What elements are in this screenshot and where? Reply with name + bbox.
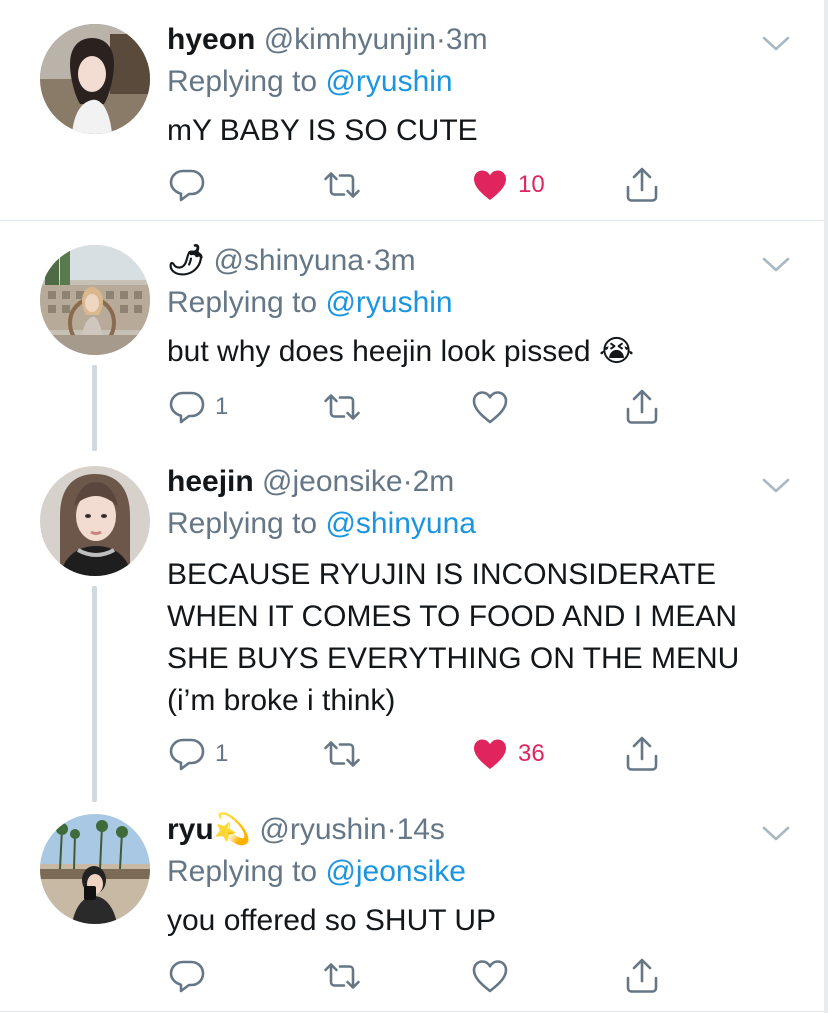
avatar[interactable] bbox=[40, 466, 150, 576]
timestamp[interactable]: 2m bbox=[413, 465, 455, 498]
share-button[interactable] bbox=[622, 165, 662, 205]
thread-line bbox=[92, 586, 97, 802]
heart-icon bbox=[470, 387, 510, 427]
reply-count: 1 bbox=[215, 393, 229, 420]
heart-icon bbox=[470, 956, 510, 996]
avatar[interactable] bbox=[40, 814, 150, 924]
timestamp[interactable]: 3m bbox=[446, 23, 488, 56]
user-handle[interactable]: @kimhyunjin bbox=[264, 23, 436, 56]
separator-dot: · bbox=[363, 244, 374, 277]
tweet-text: mY BABY IS SO CUTE bbox=[167, 114, 478, 147]
tweet-text: BECAUSE RYUJIN IS INCONSIDERATE WHEN IT … bbox=[167, 558, 740, 717]
tweet-header: hyeon @kimhyunjin·3m bbox=[167, 20, 488, 60]
replying-label: Replying to bbox=[167, 65, 326, 98]
replying-to: Replying to @ryushin bbox=[167, 62, 453, 102]
separator-dot: · bbox=[402, 465, 413, 498]
share-icon bbox=[622, 956, 662, 996]
like-count: 10 bbox=[518, 171, 545, 198]
separator-dot: · bbox=[435, 23, 446, 56]
display-name[interactable]: heejin bbox=[167, 465, 254, 498]
display-name[interactable]: hyeon bbox=[167, 23, 255, 56]
replying-label: Replying to bbox=[167, 507, 326, 540]
tweet[interactable]: 🌶 @shinyuna·3m Replying to @ryushin but … bbox=[0, 241, 824, 451]
retweet-button[interactable] bbox=[322, 387, 362, 427]
retweet-button[interactable] bbox=[322, 956, 362, 996]
reply-icon bbox=[167, 165, 207, 205]
replying-to: Replying to @shinyuna bbox=[167, 504, 476, 544]
mention-link[interactable]: @ryushin bbox=[325, 286, 452, 319]
retweet-icon bbox=[322, 165, 362, 205]
chevron-down-icon[interactable] bbox=[762, 826, 790, 842]
replying-label: Replying to bbox=[167, 286, 326, 319]
replying-to: Replying to @ryushin bbox=[167, 283, 453, 323]
user-handle[interactable]: @ryushin bbox=[259, 813, 386, 846]
separator-dot: · bbox=[386, 813, 397, 846]
tweet-header: 🌶 @shinyuna·3m bbox=[167, 241, 416, 281]
user-handle[interactable]: @shinyuna bbox=[213, 244, 364, 277]
mention-link[interactable]: @jeonsike bbox=[325, 855, 466, 888]
reply-button[interactable] bbox=[167, 956, 215, 996]
tweet-actions: 1 bbox=[167, 387, 727, 427]
avatar[interactable] bbox=[40, 245, 150, 355]
user-handle[interactable]: @jeonsike bbox=[262, 465, 403, 498]
share-button[interactable] bbox=[622, 956, 662, 996]
like-button[interactable] bbox=[470, 387, 518, 427]
reply-button[interactable] bbox=[167, 165, 215, 205]
retweet-icon bbox=[322, 387, 362, 427]
tweet[interactable]: ryu💫 @ryushin·14s Replying to @jeonsike … bbox=[0, 810, 824, 1010]
like-button[interactable]: 10 bbox=[470, 165, 545, 205]
timestamp[interactable]: 14s bbox=[397, 813, 445, 846]
scrollbar[interactable] bbox=[824, 0, 828, 1013]
share-button[interactable] bbox=[622, 734, 662, 774]
tweet-actions bbox=[167, 956, 727, 996]
chevron-down-icon[interactable] bbox=[762, 478, 790, 494]
share-icon bbox=[622, 734, 662, 774]
divider bbox=[0, 1011, 824, 1012]
tweet-actions: 10 bbox=[167, 165, 727, 205]
tweet-header: heejin @jeonsike·2m bbox=[167, 462, 454, 502]
share-icon bbox=[622, 387, 662, 427]
reply-icon bbox=[167, 734, 207, 774]
display-name[interactable]: ryu💫 bbox=[167, 813, 251, 846]
tweet-actions: 1 36 bbox=[167, 734, 727, 774]
retweet-button[interactable] bbox=[322, 165, 362, 205]
reply-button[interactable]: 1 bbox=[167, 387, 228, 427]
reply-icon bbox=[167, 956, 207, 996]
like-button[interactable] bbox=[470, 956, 518, 996]
avatar[interactable] bbox=[40, 24, 150, 134]
reply-button[interactable]: 1 bbox=[167, 734, 228, 774]
share-button[interactable] bbox=[622, 387, 662, 427]
display-name[interactable]: 🌶 bbox=[167, 244, 205, 277]
tweet-header: ryu💫 @ryushin·14s bbox=[167, 810, 445, 850]
reply-count: 1 bbox=[215, 740, 229, 767]
retweet-button[interactable] bbox=[322, 734, 362, 774]
reply-icon bbox=[167, 387, 207, 427]
heart-filled-icon bbox=[470, 165, 510, 205]
heart-filled-icon bbox=[470, 734, 510, 774]
chevron-down-icon[interactable] bbox=[762, 257, 790, 273]
like-button[interactable]: 36 bbox=[470, 734, 545, 774]
divider bbox=[0, 220, 824, 221]
retweet-icon bbox=[322, 734, 362, 774]
replying-label: Replying to bbox=[167, 855, 326, 888]
tweet[interactable]: hyeon @kimhyunjin·3m Replying to @ryushi… bbox=[0, 20, 824, 220]
timestamp[interactable]: 3m bbox=[374, 244, 416, 277]
mention-link[interactable]: @ryushin bbox=[325, 65, 452, 98]
like-count: 36 bbox=[518, 740, 545, 767]
chevron-down-icon[interactable] bbox=[762, 36, 790, 52]
mention-link[interactable]: @shinyuna bbox=[325, 507, 476, 540]
tweet[interactable]: heejin @jeonsike·2m Replying to @shinyun… bbox=[0, 462, 824, 802]
retweet-icon bbox=[322, 956, 362, 996]
tweet-text: but why does heejin look pissed 😭 bbox=[167, 335, 634, 368]
replying-to: Replying to @jeonsike bbox=[167, 852, 466, 892]
thread-line bbox=[92, 365, 97, 451]
share-icon bbox=[622, 165, 662, 205]
tweet-text: you offered so SHUT UP bbox=[167, 904, 497, 937]
